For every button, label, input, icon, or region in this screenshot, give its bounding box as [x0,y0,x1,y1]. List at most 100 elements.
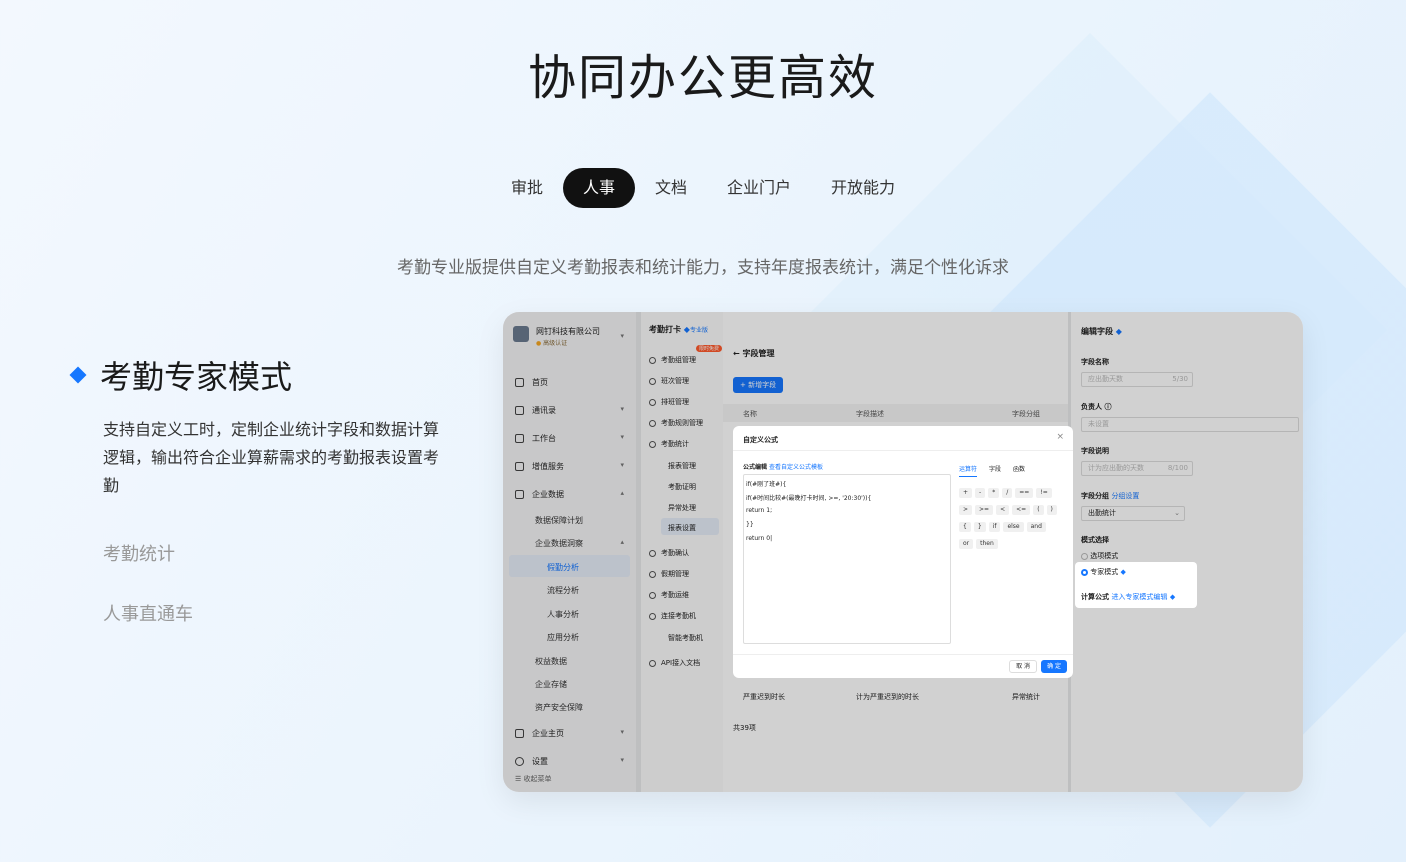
menu-icon: ☰ [515,775,522,783]
contacts-icon [515,406,524,415]
op-button[interactable]: * [988,488,1000,498]
mid-item-ops[interactable]: 考勤运维 [649,590,689,600]
confirm-button[interactable]: 确 定 [1041,660,1067,673]
module-title: 考勤打卡 ◆专业版 [649,325,708,334]
tab-docs[interactable]: 文档 [635,168,707,208]
op-button[interactable]: or [959,539,974,549]
chevron-down-icon: ▾ [620,405,624,413]
mid-sub-item[interactable]: 考勤证明 [668,482,696,492]
sidebar-item-settings[interactable]: 设置 [515,756,548,767]
app-sidebar: 网钉科技有限公司 ● 高级认证 ▾ 首页 通讯录 ▾ 工作台 ▾ 增值服务 ▾ … [503,312,636,792]
sidebar-sub-item[interactable]: 人事分析 [547,609,579,620]
sidebar-item-homepage[interactable]: 企业主页 [515,728,564,739]
tab-operators[interactable]: 运算符 [959,464,978,477]
group-settings-link[interactable]: 分组设置 [1111,492,1139,500]
sidebar-item-data[interactable]: 企业数据 [515,489,564,500]
group-label: 字段分组 分组设置 [1081,492,1140,500]
op-button[interactable]: then [976,539,998,549]
expert-edit-link[interactable]: 进入专家模式编辑 [1111,593,1167,601]
mid-sub-item[interactable]: 报表管理 [668,461,696,471]
op-button[interactable]: / [1002,488,1013,498]
sidebar-item-vas[interactable]: 增值服务 [515,461,564,472]
op-button[interactable]: ( [1033,505,1044,515]
mode-option-expert[interactable]: 专家模式 ◆ [1081,567,1126,577]
mid-item-rules[interactable]: 考勤规则管理 [649,418,703,428]
hero-subtitle: 考勤专业版提供自定义考勤报表和统计能力，支持年度报表统计，满足个性化诉求 [397,258,1009,278]
add-field-button[interactable]: + 新增字段 [733,377,784,393]
code-line: if(#刚了班#){ [746,481,787,488]
op-button[interactable]: > [959,505,973,515]
sidebar-sub-item[interactable]: 企业数据洞察 [535,538,583,549]
module-menu: 考勤打卡 ◆专业版 限时免费 考勤组管理 班次管理 排班管理 考勤规则管理 考勤… [641,312,723,792]
op-button[interactable]: + [959,488,973,498]
owner-input[interactable]: 未设置 [1081,417,1299,432]
mode-option-options[interactable]: 选项模式 [1081,551,1118,561]
sidebar-sub-item[interactable]: 资产安全保障 [535,702,583,713]
chevron-down-icon[interactable]: ▾ [620,332,624,340]
op-button[interactable]: != [1036,488,1052,498]
table-cell: 异常统计 [1012,693,1040,701]
desc-label: 字段说明 [1081,447,1109,455]
tab-open[interactable]: 开放能力 [811,168,915,208]
divider [733,450,1073,451]
feature-item-stats[interactable]: 考勤统计 [103,540,452,566]
op-button[interactable]: - [975,488,986,498]
sidebar-item-contacts[interactable]: 通讯录 [515,405,556,416]
feature-title[interactable]: 考勤专家模式 [100,352,292,398]
collapse-menu[interactable]: ☰ 收起菜单 [515,774,552,784]
tab-fields[interactable]: 字段 [989,464,1001,477]
group-select[interactable]: 出勤统计 ⌄ [1081,506,1185,521]
sidebar-sub-item[interactable]: 流程分析 [547,585,579,596]
sidebar-item-home[interactable]: 首页 [515,377,548,388]
op-button[interactable]: } [973,522,986,532]
formula-editor[interactable]: if(#刚了班#){ if(#时间比较#(最晚打卡时间, >=, '20:30'… [743,474,951,644]
template-link[interactable]: 查看自定义公式模板 [769,464,823,471]
calendar-icon [649,398,656,406]
op-button[interactable]: and [1026,522,1046,532]
mid-item-confirm[interactable]: 考勤确认 [649,548,689,558]
op-button[interactable]: <= [1012,505,1031,515]
sidebar-item-leave-analysis[interactable]: 假勤分析 [547,562,579,573]
op-button[interactable]: else [1003,522,1024,532]
mid-item-machine[interactable]: 连接考勤机 [649,611,696,621]
feature-desc: 支持自定义工时，定制企业统计字段和数据计算逻辑，输出符合企业算薪需求的考勤报表设… [103,420,440,495]
mid-item-report-settings[interactable]: 报表设置 [668,523,696,533]
sidebar-sub-item[interactable]: 企业存储 [535,679,567,690]
mid-sub-item[interactable]: 智能考勤机 [668,633,703,643]
sidebar-item-workbench[interactable]: 工作台 [515,433,556,444]
op-button[interactable]: == [1015,488,1034,498]
tab-approval[interactable]: 审批 [491,168,563,208]
op-button[interactable]: >= [975,505,994,515]
tab-functions[interactable]: 函数 [1013,464,1025,477]
mid-item-stats[interactable]: 考勤统计 [649,439,689,449]
building-icon [515,729,524,738]
mid-item-shift[interactable]: 班次管理 [649,376,689,386]
page-title: ← 字段管理 [733,349,775,358]
tab-hr[interactable]: 人事 [562,168,635,208]
cancel-button[interactable]: 取 消 [1009,660,1037,673]
mid-item-api[interactable]: API接入文档 [649,658,700,668]
mid-item-schedule[interactable]: 排班管理 [649,397,689,407]
sidebar-sub-item[interactable]: 应用分析 [547,632,579,643]
feature-item-hr[interactable]: 人事直通车 [103,600,452,626]
chevron-down-icon: ▾ [620,756,624,764]
company-name[interactable]: 网钉科技有限公司 [536,326,600,337]
close-icon[interactable]: × [1056,432,1064,442]
op-button[interactable]: { [959,522,971,532]
back-icon[interactable]: ← [733,349,740,358]
op-button[interactable]: if [988,522,1001,532]
op-button[interactable]: < [996,505,1010,515]
code-line: if(#时间比较#(最晚打卡时间, >=, '20:30')){ [746,495,872,502]
hero-title: 协同办公更高效 [527,50,878,106]
col-group: 字段分组 [1012,410,1040,418]
sidebar-sub-item[interactable]: 权益数据 [535,656,567,667]
op-button[interactable]: ) [1046,505,1057,515]
name-input[interactable]: 应出勤天数 5/30 [1081,372,1193,387]
mid-item-group[interactable]: 考勤组管理 [649,355,696,365]
grid-icon [515,434,524,443]
desc-input[interactable]: 计为应出勤的天数 8/100 [1081,461,1193,476]
mid-item-leave[interactable]: 假期管理 [649,569,689,579]
tab-portal[interactable]: 企业门户 [707,168,811,208]
mid-sub-item[interactable]: 异常处理 [668,503,696,513]
sidebar-sub-item[interactable]: 数据保障计划 [535,515,583,526]
